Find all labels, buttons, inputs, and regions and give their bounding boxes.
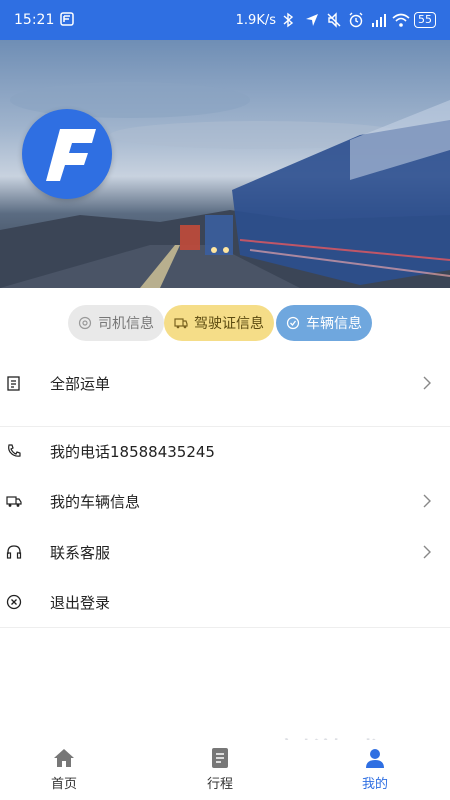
tab-driver-info[interactable]: 司机信息 <box>68 305 164 341</box>
headset-icon <box>6 544 22 560</box>
truck-icon <box>174 316 188 330</box>
mute-icon <box>326 12 342 28</box>
brand-f-logo-icon <box>22 109 112 199</box>
location-icon <box>304 12 320 28</box>
hero-banner <box>0 40 450 288</box>
close-circle-icon <box>6 594 22 610</box>
check-circle-icon <box>286 316 300 330</box>
document-icon <box>6 375 22 391</box>
nav-home[interactable]: 首页 <box>34 746 94 796</box>
menu-item-label: 联系客服 <box>50 543 111 562</box>
alarm-icon <box>348 12 364 28</box>
menu-item-label: 全部运单 <box>50 374 111 393</box>
truck-icon <box>6 493 22 509</box>
menu-item-logout[interactable]: 退出登录 <box>0 577 450 627</box>
bottom-nav: 首页 行程 我的 <box>0 740 450 800</box>
user-icon <box>363 746 387 770</box>
nav-trip[interactable]: 行程 <box>190 746 250 796</box>
phone-icon <box>6 443 22 459</box>
menu-item-my-vehicle-info[interactable]: 我的车辆信息 <box>0 476 450 526</box>
nav-home-label: 首页 <box>50 777 77 792</box>
battery-icon: 55 <box>414 12 436 28</box>
status-bar: 15:21 1.9K/s 55 <box>0 0 450 40</box>
status-right-group: 1.9K/s 55 <box>236 12 436 28</box>
info-tabs: 司机信息 驾驶证信息 车辆信息 <box>0 305 450 341</box>
menu-item-label: 退出登录 <box>50 593 111 612</box>
menu-item-label: 我的车辆信息 <box>50 492 141 511</box>
network-speed: 1.9K/s <box>235 12 276 28</box>
chevron-right-icon <box>422 544 432 560</box>
hd-signal-icon <box>370 12 386 28</box>
list-icon <box>208 746 232 770</box>
app-notification-icon <box>60 12 76 28</box>
chevron-right-icon <box>422 493 432 509</box>
wifi-icon <box>392 12 410 28</box>
nav-mine-label: 我的 <box>361 777 388 792</box>
nav-mine[interactable]: 我的 <box>345 746 405 796</box>
menu-item-all-waybills[interactable]: 全部运单 <box>0 358 450 408</box>
divider <box>0 627 450 628</box>
menu-item-label: 我的电话18588435245 <box>50 442 215 461</box>
chevron-right-icon <box>422 375 432 391</box>
tab-vehicle-info-label: 车辆信息 <box>306 316 362 332</box>
tab-vehicle-info[interactable]: 车辆信息 <box>276 305 372 341</box>
nav-trip-label: 行程 <box>206 777 233 792</box>
home-icon <box>52 746 76 770</box>
settings-icon <box>78 316 92 330</box>
menu-item-contact-support[interactable]: 联系客服 <box>0 527 450 577</box>
status-time: 15:21 <box>14 12 55 28</box>
tab-driver-info-label: 司机信息 <box>98 316 154 332</box>
tab-license-info-label: 驾驶证信息 <box>194 316 264 332</box>
bluetooth-icon <box>282 12 298 28</box>
menu-item-phone: 我的电话18588435245 <box>0 426 450 476</box>
tab-license-info[interactable]: 驾驶证信息 <box>164 305 274 341</box>
